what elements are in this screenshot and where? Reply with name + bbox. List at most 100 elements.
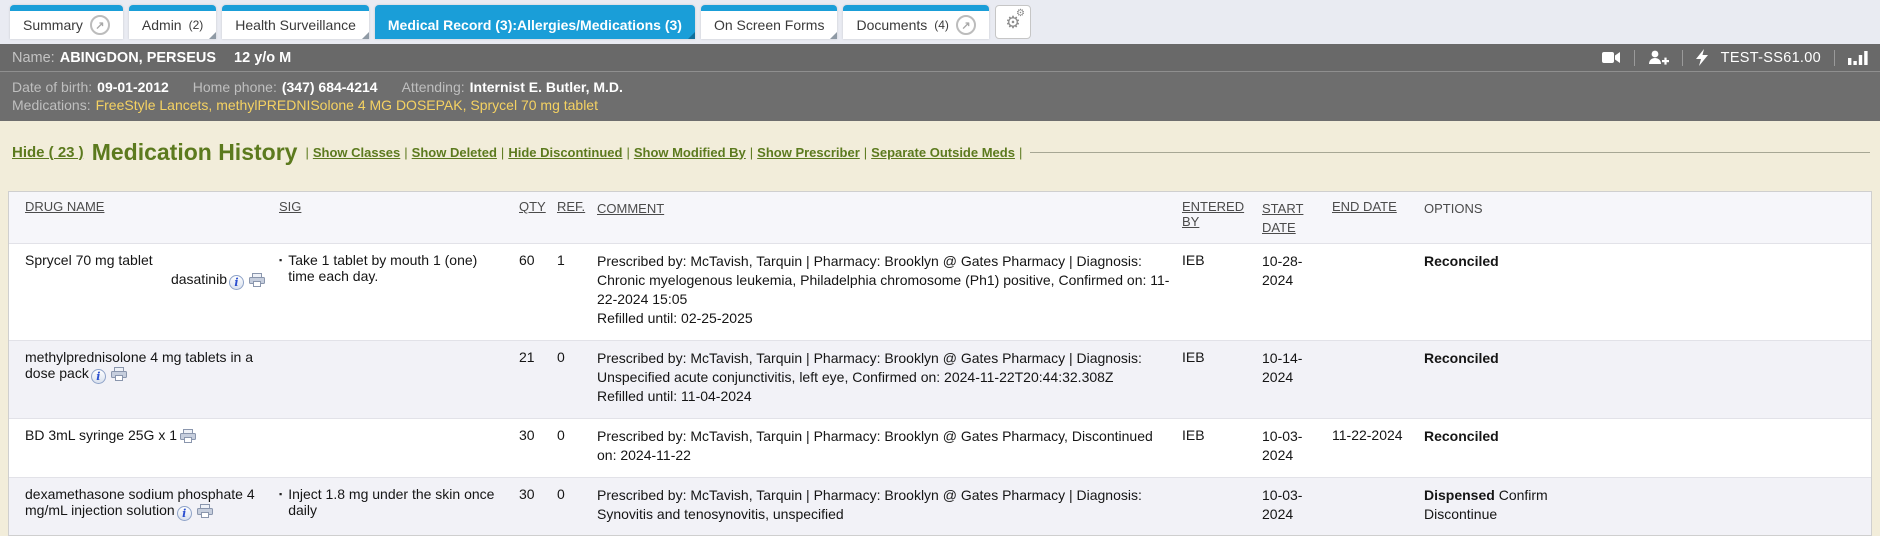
refill-text: Refilled until: 11-04-2024 [597, 387, 1170, 406]
system-id-label: TEST-SS61.00 [1721, 50, 1821, 66]
start-date-value: 10-03-2024 [1262, 486, 1332, 524]
separator: | [1019, 145, 1022, 160]
end-date-value: 11-22-2024 [1332, 427, 1424, 465]
add-user-icon[interactable] [1648, 50, 1669, 65]
tab-corner-fold-icon [688, 32, 695, 39]
qty-value: 30 [519, 486, 557, 524]
tab-medical-record[interactable]: Medical Record (3):Allergies/Medications… [375, 5, 695, 39]
drug-generic-name: dasatinib [171, 271, 227, 287]
info-icon[interactable]: i [177, 506, 192, 521]
sig-bullet: ▪ [279, 486, 282, 524]
dob-value: 09-01-2012 [97, 79, 169, 95]
status-badge: Dispensed [1424, 487, 1495, 503]
print-icon[interactable] [249, 274, 265, 290]
table-row-methylprednisolone: methylprednisolone 4 mg tablets in a dos… [9, 340, 1871, 418]
entered-by-value: IEB [1182, 427, 1262, 465]
separate-outside-meds-link[interactable]: Separate Outside Meds [871, 145, 1015, 160]
status-badge: Reconciled [1424, 350, 1499, 366]
lightning-bolt-icon[interactable] [1696, 49, 1708, 66]
patient-name: ABINGDON, PERSEUS [60, 50, 216, 66]
tab-count: (4) [934, 18, 949, 32]
qty-value: 21 [519, 349, 557, 406]
tab-count: (2) [189, 18, 204, 32]
video-camera-icon[interactable] [1602, 51, 1621, 64]
comment-text: Prescribed by: McTavish, Tarquin | Pharm… [597, 252, 1170, 309]
start-date-value: 10-03-2024 [1262, 427, 1332, 465]
show-classes-link[interactable]: Show Classes [313, 145, 400, 160]
tab-label: Documents [856, 17, 927, 33]
divider [1834, 50, 1835, 66]
col-header-options: OPTIONS [1424, 199, 1614, 237]
tab-on-screen-forms[interactable]: On Screen Forms [701, 5, 837, 39]
comment-text: Prescribed by: McTavish, Tarquin | Pharm… [597, 486, 1170, 524]
divider [1682, 50, 1683, 66]
table-row-sprycel: Sprycel 70 mg tablet dasatinibi ▪Take 1 … [9, 243, 1871, 340]
medications-summary: FreeStyle Lancets, methylPREDNISolone 4 … [96, 97, 598, 113]
patient-name-bar: Name: ABINGDON, PERSEUS 12 y/o M TEST-SS… [0, 44, 1880, 71]
start-date-value: 10-28-2024 [1262, 252, 1332, 328]
header-rule [1030, 152, 1870, 153]
separator: | [750, 145, 753, 160]
col-header-end-date[interactable]: END DATE [1332, 199, 1424, 237]
drug-name: dexamethasone sodium phosphate 4 mg/mL i… [25, 486, 255, 518]
launch-icon[interactable]: ↗ [956, 15, 976, 35]
col-header-drug-name[interactable]: DRUG NAME [9, 199, 279, 237]
medication-history-table: DRUG NAME SIG QTY REF. COMMENT ENTERED B… [8, 191, 1872, 536]
hide-discontinued-link[interactable]: Hide Discontinued [508, 145, 622, 160]
launch-icon[interactable]: ↗ [90, 15, 110, 35]
entered-by-value: IEB [1182, 349, 1262, 406]
col-header-comment[interactable]: COMMENT [597, 199, 1182, 237]
ref-value: 0 [557, 349, 597, 406]
tab-bar: Summary ↗ Admin (2) Health Surveillance … [0, 0, 1880, 44]
print-icon[interactable] [197, 505, 213, 521]
bar-chart-icon[interactable] [1848, 50, 1868, 65]
dob-label: Date of birth: [12, 79, 92, 95]
ref-value: 0 [557, 486, 597, 524]
phone-label: Home phone: [193, 79, 277, 95]
gear-small-icon: ⚙ [1016, 9, 1025, 19]
col-header-sig[interactable]: SIG [279, 199, 519, 237]
tab-admin[interactable]: Admin (2) [129, 5, 216, 39]
tab-corner-fold-icon [830, 32, 837, 39]
sig-bullet: ▪ [279, 252, 282, 328]
show-prescriber-link[interactable]: Show Prescriber [757, 145, 860, 160]
print-icon[interactable] [111, 368, 127, 384]
col-header-qty[interactable]: QTY [519, 199, 557, 237]
tab-summary[interactable]: Summary ↗ [10, 5, 123, 39]
info-icon[interactable]: i [91, 369, 106, 384]
qty-value: 30 [519, 427, 557, 465]
hide-count-link[interactable]: Hide ( 23 ) [12, 144, 84, 161]
drug-name: Sprycel 70 mg tablet [25, 252, 267, 268]
patient-demographics-bar: Date of birth: 09-01-2012 Home phone: (3… [0, 71, 1880, 121]
tab-corner-fold-icon [209, 32, 216, 39]
end-date-value [1332, 349, 1424, 406]
end-date-value [1332, 252, 1424, 328]
tab-documents[interactable]: Documents (4) ↗ [843, 5, 988, 39]
sig-text: Take 1 tablet by mouth 1 (one) time each… [288, 252, 507, 328]
col-header-entered-by[interactable]: ENTERED BY [1182, 199, 1262, 237]
col-header-ref[interactable]: REF. [557, 199, 597, 237]
show-modified-by-link[interactable]: Show Modified By [634, 145, 746, 160]
row-filler [1614, 486, 1871, 524]
divider [1634, 50, 1635, 66]
medication-history-header: Hide ( 23 ) Medication History | Show Cl… [12, 137, 1880, 167]
patient-age-sex: 12 y/o M [234, 50, 291, 66]
drug-name: BD 3mL syringe 25G x 1 [25, 427, 177, 443]
confirm-link[interactable]: Confirm [1499, 487, 1548, 503]
settings-button[interactable]: ⚙ ⚙ [995, 5, 1031, 39]
table-row-dexamethasone: dexamethasone sodium phosphate 4 mg/mL i… [9, 477, 1871, 536]
tab-label: Admin [142, 17, 182, 33]
name-label: Name: [12, 50, 55, 66]
discontinue-link[interactable]: Discontinue [1424, 506, 1497, 522]
sig-text: Inject 1.8 mg under the skin once daily [288, 486, 507, 524]
page-title: Medication History [92, 139, 298, 166]
col-header-start-date[interactable]: START DATE [1262, 199, 1332, 237]
info-icon[interactable]: i [229, 275, 244, 290]
header-filler [1614, 199, 1871, 237]
attending-label: Attending: [402, 79, 465, 95]
show-deleted-link[interactable]: Show Deleted [412, 145, 497, 160]
print-icon[interactable] [180, 430, 196, 446]
tab-health-surveillance[interactable]: Health Surveillance [222, 5, 369, 39]
tab-label: On Screen Forms [714, 17, 824, 33]
drug-name: methylprednisolone 4 mg tablets in a dos… [25, 349, 253, 381]
